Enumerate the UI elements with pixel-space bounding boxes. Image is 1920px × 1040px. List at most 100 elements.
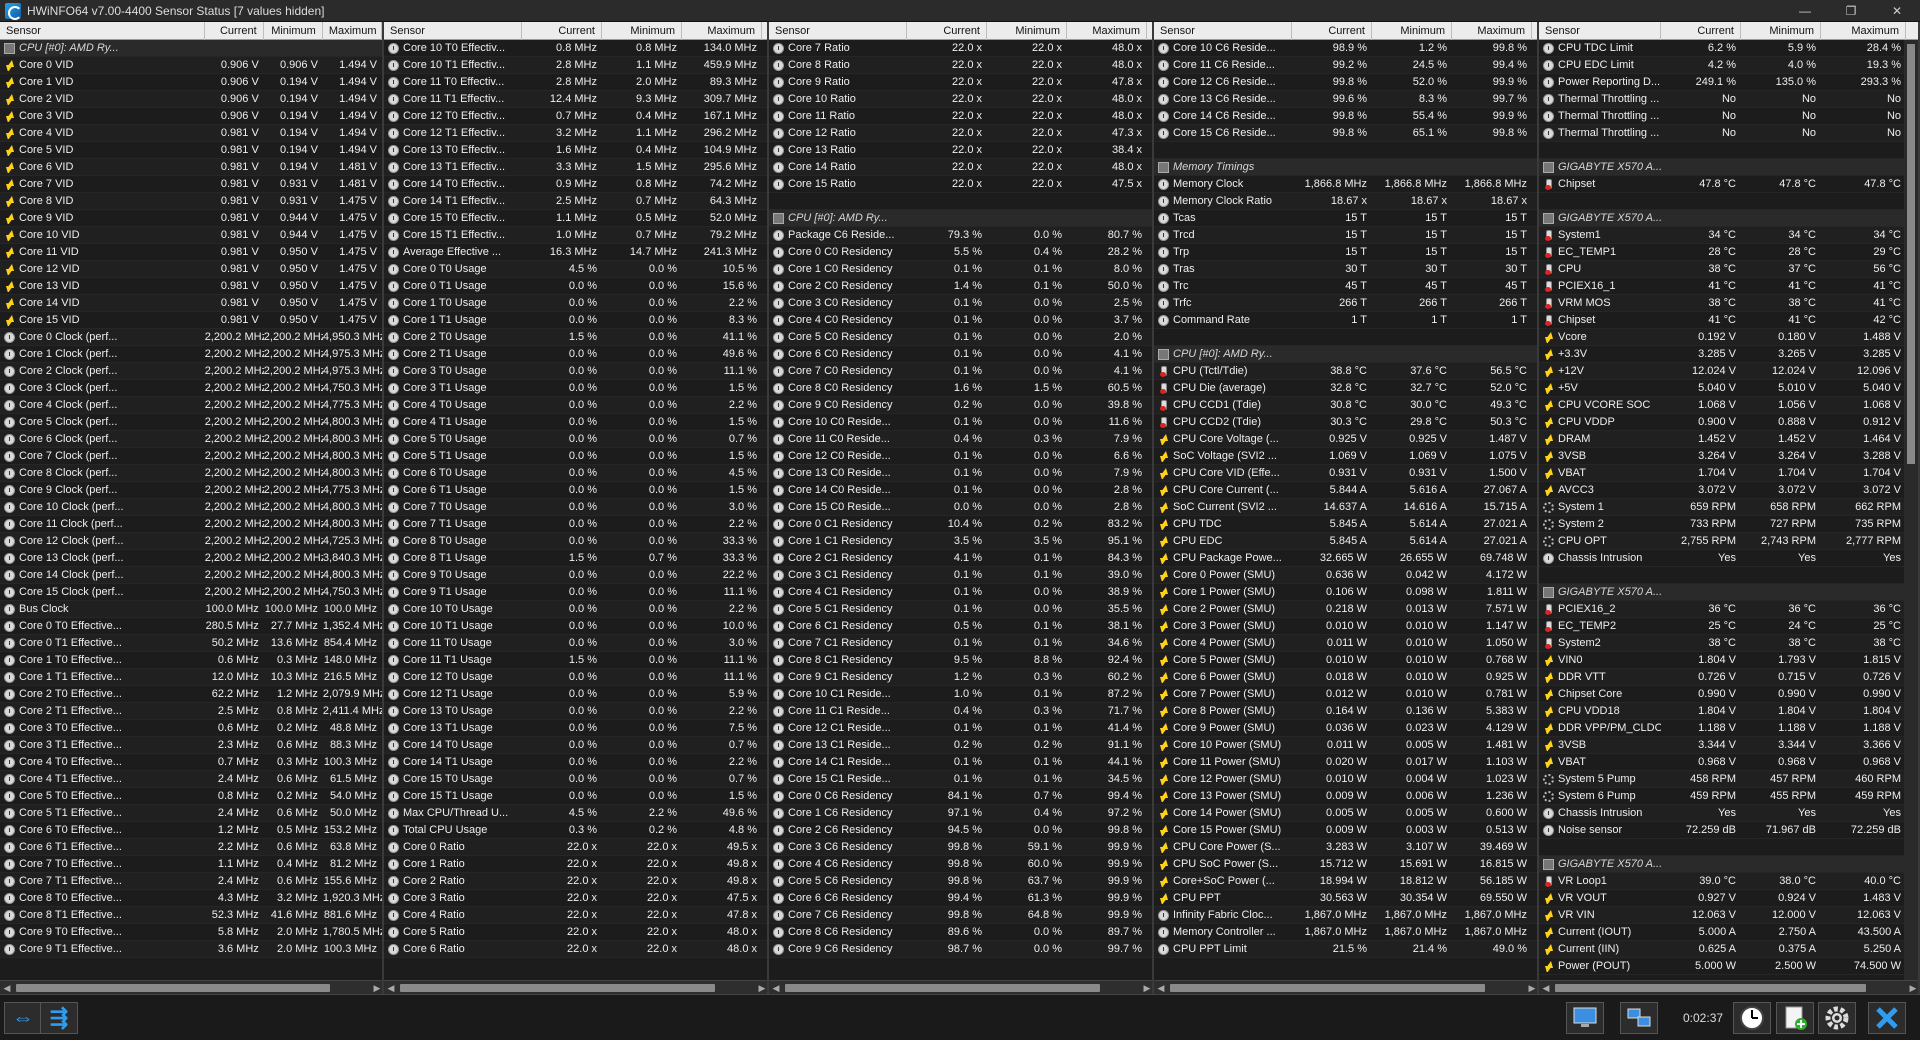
table-row[interactable]: Core 3 VID 0.906 V 0.194 V 1.494 V [0,108,382,125]
table-row[interactable]: Core 15 C0 Reside... 0.0 % 0.0 % 2.8 % [769,499,1152,516]
table-row[interactable]: Core 8 Clock (perf... 2,200.2 MHz 2,200.2 … [0,465,382,482]
table-row[interactable]: Core 9 C0 Residency 0.2 % 0.0 % 39.8 % [769,397,1152,414]
table-row[interactable]: Core 3 C0 Residency 0.1 % 0.0 % 2.5 % [769,295,1152,312]
sensor-group-header[interactable]: GIGABYTE X570 A... [1539,584,1918,601]
table-row[interactable]: Core 4 C0 Residency 0.1 % 0.0 % 3.7 % [769,312,1152,329]
settings-gear-icon[interactable] [1818,1002,1856,1034]
column-header-current[interactable]: Current [522,22,602,40]
table-row[interactable]: Core 15 Power (SMU) 0.009 W 0.003 W 0.513 W [1154,822,1537,839]
navigate-right-icon[interactable]: ⇶ [40,1002,78,1034]
table-row[interactable]: Core 7 T0 Usage 0.0 % 0.0 % 3.0 % [384,499,767,516]
column-header-minimum[interactable]: Minimum [602,22,682,40]
table-row[interactable]: Core 0 T0 Effective... 280.5 MHz 27.7 MHz 1… [0,618,382,635]
table-row[interactable]: Core 9 T0 Usage 0.0 % 0.0 % 22.2 % [384,567,767,584]
table-row[interactable]: Core 15 VID 0.981 V 0.950 V 1.475 V [0,312,382,329]
table-row[interactable]: Core 12 VID 0.981 V 0.950 V 1.475 V [0,261,382,278]
table-row[interactable]: Core 14 Ratio 22.0 x 22.0 x 48.0 x [769,159,1152,176]
table-row[interactable]: Core 15 T1 Usage 0.0 % 0.0 % 1.5 % [384,788,767,805]
table-row[interactable]: Core 11 Power (SMU) 0.020 W 0.017 W 1.103 W [1154,754,1537,771]
table-row[interactable]: CPU Die (average) 32.8 °C 32.7 °C 52.0 °C [1154,380,1537,397]
table-row[interactable]: Chassis Intrusion Yes Yes Yes [1539,550,1918,567]
scroll-left-icon[interactable]: ◀ [1154,981,1168,994]
table-row[interactable]: Core 2 T1 Usage 0.0 % 0.0 % 49.6 % [384,346,767,363]
table-row[interactable]: Core 5 Clock (perf... 2,200.2 MHz 2,200.2 … [0,414,382,431]
table-row[interactable]: Core 4 T0 Effective... 0.7 MHz 0.3 MHz 100.… [0,754,382,771]
table-row[interactable]: Core 6 C1 Residency 0.5 % 0.1 % 38.1 % [769,618,1152,635]
table-row[interactable]: Core 4 Ratio 22.0 x 22.0 x 47.8 x [384,907,767,924]
table-row[interactable]: +12V 12.024 V 12.024 V 12.096 V [1539,363,1918,380]
table-row[interactable]: Core 3 C6 Residency 99.8 % 59.1 % 99.9 % [769,839,1152,856]
table-row[interactable]: Core 12 Power (SMU) 0.010 W 0.004 W 1.023 W [1154,771,1537,788]
table-row[interactable]: Core 0 C0 Residency 5.5 % 0.4 % 28.2 % [769,244,1152,261]
column-header-current[interactable]: Current [907,22,987,40]
table-row[interactable]: Core 0 T1 Effective... 50.2 MHz 13.6 MHz 85… [0,635,382,652]
table-row[interactable]: Core 11 T0 Usage 0.0 % 0.0 % 3.0 % [384,635,767,652]
table-row[interactable]: CPU VDD18 1.804 V 1.804 V 1.804 V [1539,703,1918,720]
table-row[interactable]: CPU EDC Limit 4.2 % 4.0 % 19.3 % [1539,57,1918,74]
scroll-right-icon[interactable]: ▶ [1906,981,1918,994]
vertical-scroll-thumb[interactable] [1907,44,1915,464]
table-row[interactable]: CPU OPT 2,755 RPM 2,743 RPM 2,777 RPM [1539,533,1918,550]
table-row[interactable]: Core 2 T1 Effective... 2.5 MHz 0.8 MHz 2,41… [0,703,382,720]
table-row[interactable]: Core 10 T1 Usage 0.0 % 0.0 % 10.0 % [384,618,767,635]
table-row[interactable]: Chipset 47.8 °C 47.8 °C 47.8 °C [1539,176,1918,193]
table-row[interactable]: Core 15 C6 Reside... 99.8 % 65.1 % 99.8 % [1154,125,1537,142]
sensor-group-header[interactable]: GIGABYTE X570 A... [1539,856,1918,873]
vertical-scrollbar[interactable] [1904,40,1918,980]
table-row[interactable]: CPU VDDP 0.900 V 0.888 V 0.912 V [1539,414,1918,431]
horizontal-scrollbar[interactable]: ◀ ▶ [769,980,1152,994]
scroll-thumb[interactable] [400,984,715,992]
table-row[interactable]: Core 14 C0 Reside... 0.1 % 0.0 % 2.8 % [769,482,1152,499]
table-row[interactable]: Core 10 C6 Reside... 98.9 % 1.2 % 99.8 % [1154,40,1537,57]
table-row[interactable]: Thermal Throttling ... No No No [1539,108,1918,125]
table-row[interactable]: Trcd 15 T 15 T 15 T [1154,227,1537,244]
table-row[interactable]: Core 8 T0 Effective... 4.3 MHz 3.2 MHz 1,92… [0,890,382,907]
table-row[interactable]: System 6 Pump 459 RPM 455 RPM 459 RPM [1539,788,1918,805]
scroll-thumb[interactable] [16,984,330,992]
table-row[interactable]: Chassis Intrusion Yes Yes Yes [1539,805,1918,822]
horizontal-scrollbar[interactable]: ◀ ▶ [1539,980,1918,994]
table-row[interactable]: Core 9 Ratio 22.0 x 22.0 x 47.8 x [769,74,1152,91]
table-row[interactable]: Core 11 Ratio 22.0 x 22.0 x 48.0 x [769,108,1152,125]
table-row[interactable]: Power Reporting D... 249.1 % 135.0 % 293.3 … [1539,74,1918,91]
column-header-current[interactable]: Current [1661,22,1741,40]
column-header-sensor[interactable]: Sensor [769,22,907,40]
column-header-minimum[interactable]: Minimum [1372,22,1452,40]
table-row[interactable]: CPU CCD2 (Tdie) 30.3 °C 29.8 °C 50.3 °C [1154,414,1537,431]
table-row[interactable]: Infinity Fabric Cloc... 1,867.0 MHz 1,867.… [1154,907,1537,924]
table-row[interactable]: Core 2 VID 0.906 V 0.194 V 1.494 V [0,91,382,108]
table-row[interactable]: Core 13 Clock (perf... 2,200.2 MHz 2,200.2… [0,550,382,567]
table-row[interactable]: CPU PPT Limit 21.5 % 21.4 % 49.0 % [1154,941,1537,958]
table-row[interactable]: DRAM 1.452 V 1.452 V 1.464 V [1539,431,1918,448]
table-row[interactable]: Core 2 Ratio 22.0 x 22.0 x 49.8 x [384,873,767,890]
table-row[interactable]: System 1 659 RPM 658 RPM 662 RPM [1539,499,1918,516]
table-row[interactable]: Core 1 C1 Residency 3.5 % 3.5 % 95.1 % [769,533,1152,550]
table-row[interactable]: Core 4 Power (SMU) 0.011 W 0.010 W 1.050 W [1154,635,1537,652]
monitor-icon[interactable] [1566,1002,1604,1034]
table-row[interactable]: Core 14 Power (SMU) 0.005 W 0.005 W 0.600 W [1154,805,1537,822]
table-row[interactable]: Core 0 Clock (perf... 2,200.2 MHz 2,200.2 … [0,329,382,346]
table-row[interactable]: VR Loop1 39.0 °C 38.0 °C 40.0 °C [1539,873,1918,890]
table-row[interactable]: Core 2 C1 Residency 4.1 % 0.1 % 84.3 % [769,550,1152,567]
horizontal-scrollbar[interactable]: ◀ ▶ [384,980,767,994]
table-row[interactable]: Core 1 C0 Residency 0.1 % 0.1 % 8.0 % [769,261,1152,278]
table-row[interactable]: Core 12 T0 Usage 0.0 % 0.0 % 11.1 % [384,669,767,686]
table-row[interactable]: Core 7 Ratio 22.0 x 22.0 x 48.0 x [769,40,1152,57]
table-row[interactable]: Core 11 VID 0.981 V 0.950 V 1.475 V [0,244,382,261]
table-row[interactable]: Core 9 Clock (perf... 2,200.2 MHz 2,200.2 … [0,482,382,499]
table-row[interactable]: VBAT 1.704 V 1.704 V 1.704 V [1539,465,1918,482]
table-row[interactable]: Core 6 T1 Usage 0.0 % 0.0 % 1.5 % [384,482,767,499]
table-row[interactable]: Core 9 T0 Effective... 5.8 MHz 2.0 MHz 1,78… [0,924,382,941]
table-row[interactable]: Core 1 T0 Effective... 0.6 MHz 0.3 MHz 148.… [0,652,382,669]
table-row[interactable]: VR VOUT 0.927 V 0.924 V 1.483 V [1539,890,1918,907]
table-row[interactable]: Core 8 C6 Residency 89.6 % 0.0 % 89.7 % [769,924,1152,941]
table-row[interactable]: Core 7 C0 Residency 0.1 % 0.0 % 4.1 % [769,363,1152,380]
table-row[interactable]: Core 6 T0 Effective... 1.2 MHz 0.5 MHz 153.… [0,822,382,839]
table-row[interactable]: Core 0 T0 Usage 4.5 % 0.0 % 10.5 % [384,261,767,278]
table-row[interactable]: VIN0 1.804 V 1.793 V 1.815 V [1539,652,1918,669]
sensor-group-header[interactable]: Memory Timings [1154,159,1537,176]
table-row[interactable]: Core 7 T1 Effective... 2.4 MHz 0.6 MHz 155.… [0,873,382,890]
table-row[interactable]: Core 8 C0 Residency 1.6 % 1.5 % 60.5 % [769,380,1152,397]
table-row[interactable]: Core 13 Ratio 22.0 x 22.0 x 38.4 x [769,142,1152,159]
table-row[interactable]: VR VIN 12.063 V 12.000 V 12.063 V [1539,907,1918,924]
